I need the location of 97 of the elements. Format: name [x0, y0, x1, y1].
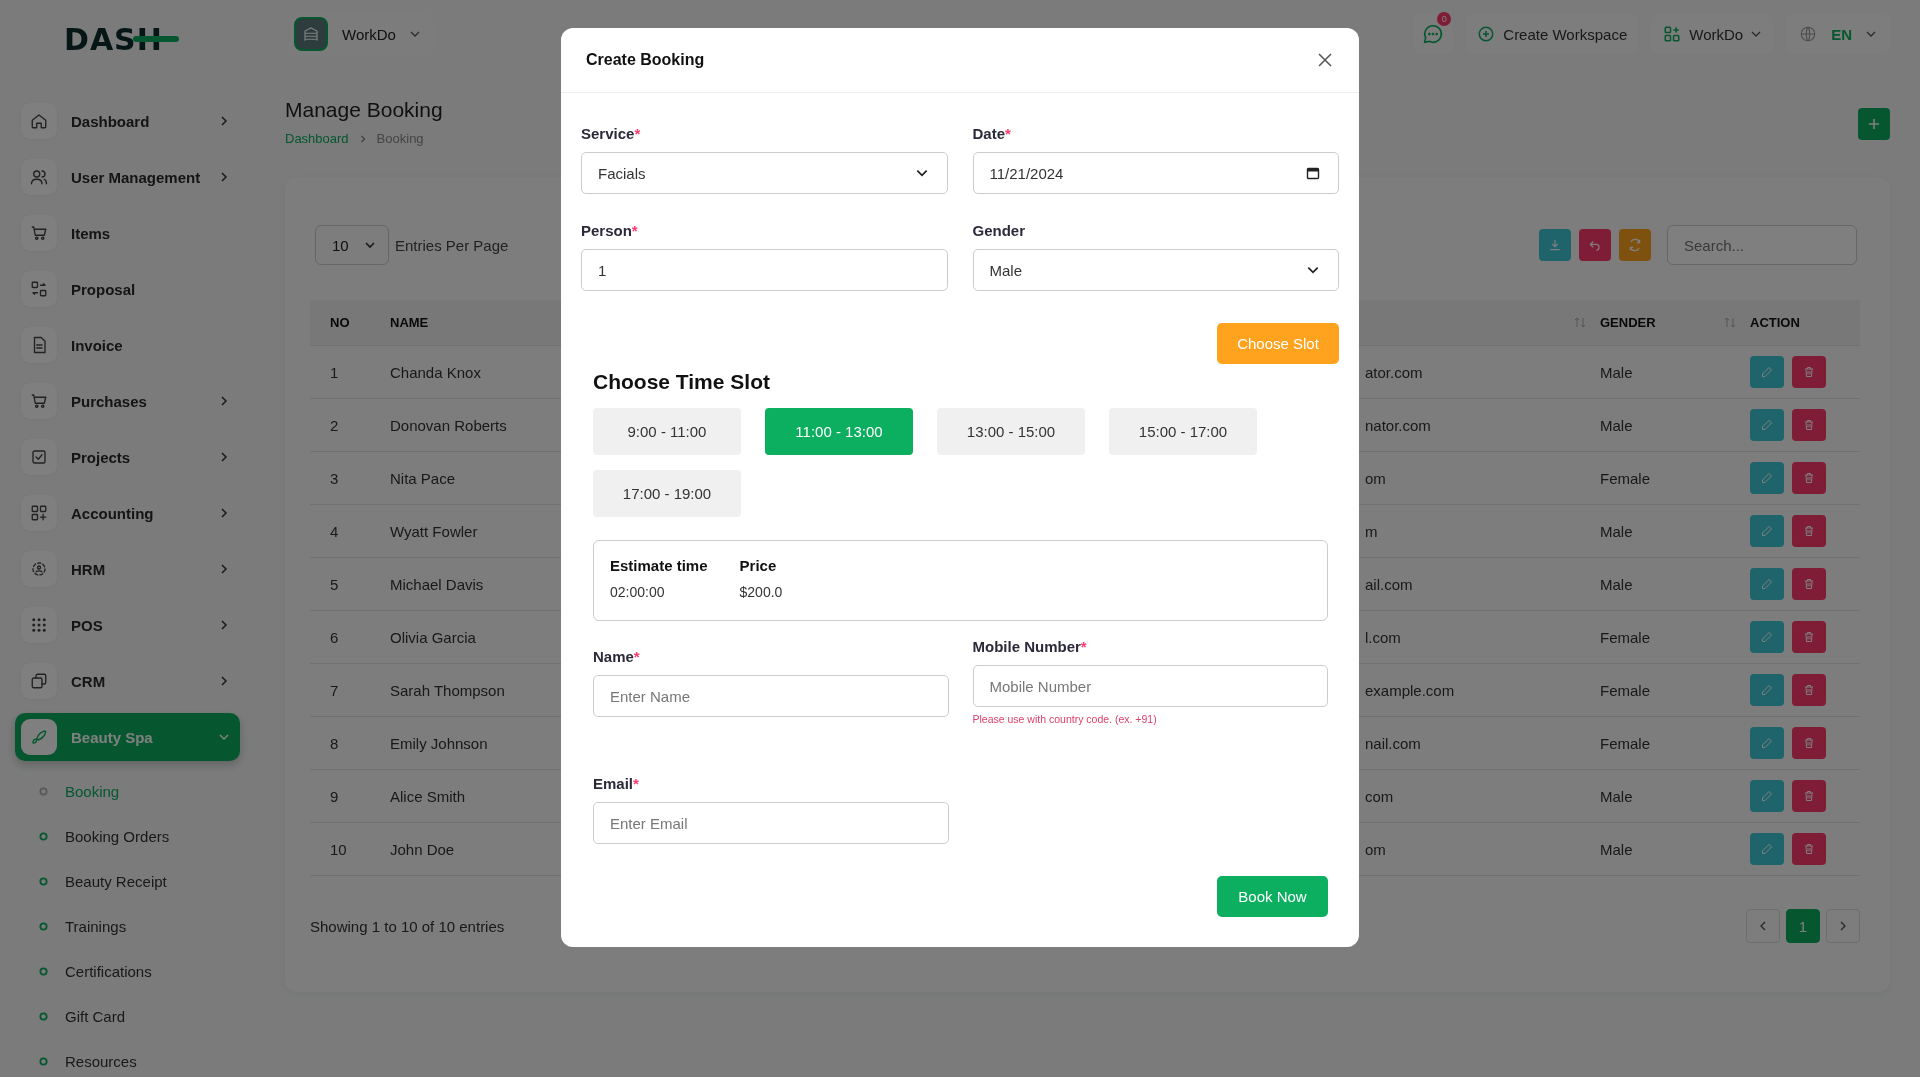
table-cell: 5: [330, 575, 339, 593]
entries-label: Entries Per Page: [395, 236, 509, 254]
column-header: ACTION: [1750, 315, 1800, 330]
input-field[interactable]: Enter Email: [593, 802, 949, 844]
search-field[interactable]: Search...: [1667, 225, 1857, 265]
column-header: NAME: [390, 315, 429, 330]
entries-select[interactable]: 10: [315, 225, 389, 265]
select-field[interactable]: Male: [972, 249, 1339, 291]
submenu-item[interactable]: Beauty Receipt: [0, 859, 250, 904]
table-cell: Male: [1600, 840, 1633, 858]
select-field[interactable]: Facials: [581, 152, 948, 194]
table-cell: John Doe: [390, 840, 455, 858]
table-cell: 9: [330, 787, 339, 805]
column-header: GENDER: [1600, 315, 1656, 330]
sidebar-item[interactable]: Accounting: [15, 489, 240, 537]
table-cell: 8: [330, 734, 339, 752]
field-label: Service*: [581, 125, 642, 142]
table-summary: Showing 1 to 10 of 10 entries: [310, 917, 505, 935]
table-cell: Sarah Thompson: [390, 681, 505, 699]
page-button[interactable]: 1: [1786, 909, 1820, 943]
input-field[interactable]: Enter Name: [593, 675, 949, 717]
table-cell: 10: [330, 840, 347, 858]
column-header: NO: [330, 315, 350, 330]
field-hint: Please use with country code. (ex. +91): [972, 713, 1158, 725]
book-now-button[interactable]: Book Now: [1217, 876, 1328, 917]
sidebar-item[interactable]: CRM: [15, 657, 240, 705]
submenu-item[interactable]: Certifications: [0, 949, 250, 994]
time-slot-button[interactable]: 15:00 - 17:00: [1109, 408, 1257, 455]
table-cell: Wyatt Fowler: [390, 522, 478, 540]
table-cell: om: [1365, 840, 1386, 858]
table-cell: 3: [330, 469, 339, 487]
time-slot-button[interactable]: 17:00 - 19:00: [593, 470, 741, 517]
table-cell: Female: [1600, 469, 1651, 487]
table-cell: m: [1365, 522, 1378, 540]
field-label: Date*: [972, 125, 1012, 142]
table-cell: Male: [1600, 787, 1633, 805]
section-heading: Choose Time Slot: [593, 370, 771, 394]
table-cell: Male: [1600, 575, 1633, 593]
table-cell: Donovan Roberts: [390, 416, 507, 434]
submenu-item[interactable]: Gift Card: [0, 994, 250, 1039]
breadcrumb-current: Booking: [376, 131, 424, 146]
table-cell: 6: [330, 628, 339, 646]
table-cell: l.com: [1365, 628, 1401, 646]
table-cell: Nita Pace: [390, 469, 456, 487]
sidebar-item[interactable]: Items: [15, 209, 240, 257]
submenu-item[interactable]: Resources: [0, 1039, 250, 1077]
page-title: Manage Booking: [285, 98, 443, 122]
sidebar-item[interactable]: Beauty Spa: [15, 713, 240, 761]
submenu-item[interactable]: Booking Orders: [0, 814, 250, 859]
table-cell: om: [1365, 469, 1386, 487]
table-cell: Male: [1600, 522, 1633, 540]
table-cell: com: [1365, 787, 1394, 805]
table-cell: Male: [1600, 363, 1633, 381]
time-slot-button[interactable]: 9:00 - 11:00: [593, 408, 741, 455]
table-cell: 2: [330, 416, 339, 434]
estimate-label: Estimate time: [610, 557, 708, 574]
table-cell: Chanda Knox: [390, 363, 481, 381]
sidebar-item[interactable]: HRM: [15, 545, 240, 593]
table-cell: ail.com: [1365, 575, 1413, 593]
sidebar-item[interactable]: Proposal: [15, 265, 240, 313]
table-cell: nail.com: [1365, 734, 1421, 752]
time-slot-button[interactable]: 11:00 - 13:00: [765, 408, 913, 455]
table-cell: ator.com: [1365, 363, 1423, 381]
sidebar-item[interactable]: POS: [15, 601, 240, 649]
sidebar-item[interactable]: Purchases: [15, 377, 240, 425]
input-field[interactable]: Mobile Number: [972, 665, 1328, 707]
field-label: Person*: [581, 222, 639, 239]
table-cell: Michael Davis: [390, 575, 484, 593]
date-field[interactable]: 11/21/2024: [972, 152, 1339, 194]
table-cell: Olivia Garcia: [390, 628, 476, 646]
time-slot-button[interactable]: 13:00 - 15:00: [937, 408, 1085, 455]
table-cell: Female: [1600, 681, 1651, 699]
table-cell: Female: [1600, 734, 1651, 752]
table-cell: 1: [330, 363, 339, 381]
table-cell: Female: [1600, 628, 1651, 646]
table-cell: 4: [330, 522, 339, 540]
sidebar-item[interactable]: Invoice: [15, 321, 240, 369]
table-cell: nator.com: [1365, 416, 1431, 434]
sidebar-item[interactable]: User Management: [15, 153, 240, 201]
notification-badge: 0: [1437, 12, 1452, 26]
submenu-item[interactable]: Trainings: [0, 904, 250, 949]
field-label: Email*: [593, 775, 640, 792]
estimate-value: $200.0: [739, 584, 783, 600]
estimate-value: 02:00:00: [610, 584, 666, 600]
sidebar-item[interactable]: Projects: [15, 433, 240, 481]
table-cell: Male: [1600, 416, 1633, 434]
estimate-label: Price: [739, 557, 778, 574]
dialog-title: Create Booking: [586, 51, 705, 69]
table-cell: Emily Johnson: [390, 734, 488, 752]
field-label: Name*: [593, 648, 641, 665]
table-cell: 7: [330, 681, 339, 699]
table-cell: example.com: [1365, 681, 1455, 699]
sidebar-item[interactable]: Dashboard: [15, 97, 240, 145]
input-field[interactable]: 1: [581, 249, 948, 291]
table-cell: Alice Smith: [390, 787, 466, 805]
field-label: Gender: [972, 222, 1026, 239]
field-label: Mobile Number*: [972, 638, 1088, 655]
